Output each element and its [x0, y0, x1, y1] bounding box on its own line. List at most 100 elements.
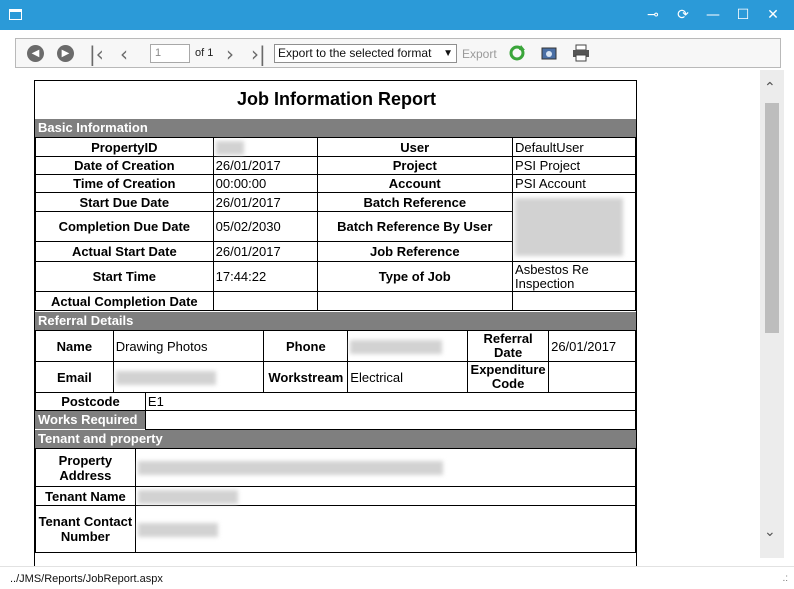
- minimize-button[interactable]: —: [703, 5, 723, 25]
- status-bar: ../JMS/Reports/JobReport.aspx .:: [0, 566, 794, 589]
- export-format-value: Export to the selected format: [278, 46, 432, 60]
- page-count-label: of 1: [195, 47, 214, 59]
- report-title: Job Information Report: [237, 89, 436, 109]
- maximize-button[interactable]: ☐: [733, 5, 753, 25]
- window-titlebar: ⊸ ⟳ — ☐ ✕: [0, 0, 794, 30]
- refresh-icon[interactable]: [508, 44, 526, 62]
- referral-details-header: Referral Details: [35, 312, 636, 330]
- postcode-table: Postcode E1: [35, 392, 636, 411]
- type-of-job-value: Asbestos Re Inspection: [512, 261, 636, 292]
- batch-reference-label: Batch Reference: [316, 192, 514, 212]
- postcode-label: Postcode: [35, 392, 146, 411]
- table-row: Time of Creation 00:00:00 Account PSI Ac…: [35, 174, 636, 193]
- workstream-value: Electrical: [347, 361, 469, 393]
- print-icon[interactable]: [572, 44, 590, 62]
- report-viewport: Job Information Report Basic Information…: [0, 70, 794, 566]
- user-value: DefaultUser: [512, 137, 636, 157]
- email-label: Email: [35, 361, 114, 393]
- basic-information-table: PropertyID User DefaultUser Date of Crea…: [35, 137, 636, 311]
- name-value: Drawing Photos: [112, 330, 265, 362]
- batch-reference-by-user-label: Batch Reference By User: [316, 211, 514, 242]
- table-row: Tenant Name: [35, 486, 636, 506]
- expenditure-code-value: [548, 361, 636, 393]
- table-row: Actual Completion Date: [35, 291, 636, 311]
- account-value: PSI Account: [512, 174, 636, 193]
- actual-completion-date-value: [212, 291, 318, 311]
- resize-grip-icon[interactable]: .:: [782, 573, 788, 584]
- empty-cell: [512, 291, 636, 311]
- date-of-creation-label: Date of Creation: [35, 156, 214, 175]
- actual-completion-date-label: Actual Completion Date: [35, 291, 214, 311]
- time-of-creation-value: 00:00:00: [212, 174, 318, 193]
- last-page-button[interactable]: ›|: [251, 44, 266, 64]
- completion-due-date-value: 05/02/2030: [212, 211, 318, 242]
- start-due-date-label: Start Due Date: [35, 192, 214, 212]
- account-label: Account: [316, 174, 514, 193]
- scroll-down-icon[interactable]: ⌄: [764, 524, 776, 540]
- referral-date-label: Referral Date: [467, 330, 550, 362]
- basic-information-header: Basic Information: [35, 119, 636, 137]
- previous-page-button[interactable]: ‹: [120, 44, 128, 64]
- workstream-label: Workstream: [263, 361, 349, 393]
- tenant-name-value: [134, 486, 636, 506]
- date-of-creation-value: 26/01/2017: [212, 156, 318, 175]
- first-page-button[interactable]: |‹: [89, 44, 104, 64]
- phone-label: Phone: [263, 330, 349, 362]
- table-row: Date of Creation 26/01/2017 Project PSI …: [35, 156, 636, 175]
- vertical-scrollbar[interactable]: ⌃ ⌄: [760, 70, 784, 558]
- pin-icon[interactable]: ⊸: [643, 5, 663, 25]
- scrollbar-thumb[interactable]: [765, 103, 779, 333]
- redacted-references: [512, 192, 636, 262]
- name-label: Name: [35, 330, 114, 362]
- completion-due-date-label: Completion Due Date: [35, 211, 214, 242]
- table-row: PropertyID User DefaultUser: [35, 137, 636, 157]
- project-label: Project: [316, 156, 514, 175]
- property-address-value: [134, 448, 636, 487]
- time-of-creation-label: Time of Creation: [35, 174, 214, 193]
- refresh-window-icon[interactable]: ⟳: [673, 5, 693, 25]
- empty-cell: [316, 291, 514, 311]
- tenant-property-table: Property Address Tenant Name Tenant Cont…: [35, 448, 636, 553]
- phone-value: [347, 330, 469, 362]
- table-row: Property Address: [35, 448, 636, 487]
- window-app-icon: [9, 9, 22, 20]
- table-row: Postcode E1: [35, 392, 636, 411]
- status-url: ../JMS/Reports/JobReport.aspx: [10, 573, 163, 585]
- table-row: Tenant Contact Number: [35, 505, 636, 553]
- works-required-header: Works Required: [35, 411, 145, 429]
- table-row: Name Drawing Photos Phone Referral Date …: [35, 330, 636, 362]
- tenant-name-label: Tenant Name: [35, 486, 136, 506]
- report-toolbar: ◀ ▶ |‹ ‹ 1 of 1 › ›| Export to the selec…: [15, 38, 781, 68]
- user-label: User: [316, 137, 514, 157]
- table-row: Email Workstream Electrical Expenditure …: [35, 361, 636, 393]
- referral-details-table: Name Drawing Photos Phone Referral Date …: [35, 330, 636, 393]
- project-value: PSI Project: [512, 156, 636, 175]
- export-format-select[interactable]: Export to the selected format ▼: [274, 44, 457, 63]
- forward-icon[interactable]: ▶: [57, 45, 74, 62]
- page-number-input[interactable]: 1: [150, 44, 190, 63]
- tenant-property-header: Tenant and property: [35, 430, 636, 448]
- property-id-value: [212, 137, 318, 157]
- back-icon[interactable]: ◀: [27, 45, 44, 62]
- start-due-date-value: 26/01/2017: [212, 192, 318, 212]
- property-id-label: PropertyID: [35, 137, 214, 157]
- export-button[interactable]: Export: [462, 47, 497, 61]
- type-of-job-label: Type of Job: [316, 261, 514, 292]
- postcode-value: E1: [144, 392, 636, 411]
- tenant-contact-number-label: Tenant Contact Number: [35, 505, 136, 553]
- table-row: [145, 410, 636, 430]
- works-required-value: [145, 410, 636, 430]
- start-time-label: Start Time: [35, 261, 214, 292]
- email-value: [112, 361, 265, 393]
- works-required-table: [145, 410, 636, 430]
- property-address-label: Property Address: [35, 448, 136, 487]
- expenditure-code-label: Expenditure Code: [467, 361, 550, 393]
- next-page-button[interactable]: ›: [226, 44, 234, 64]
- job-reference-label: Job Reference: [316, 241, 514, 262]
- scroll-up-icon[interactable]: ⌃: [764, 80, 776, 96]
- table-row: Start Due Date 26/01/2017 Batch Referenc…: [35, 192, 636, 262]
- close-button[interactable]: ✕: [763, 5, 783, 25]
- tenant-contact-number-value: [134, 505, 636, 553]
- chevron-down-icon: ▼: [443, 48, 453, 59]
- print-preview-icon[interactable]: [540, 44, 558, 62]
